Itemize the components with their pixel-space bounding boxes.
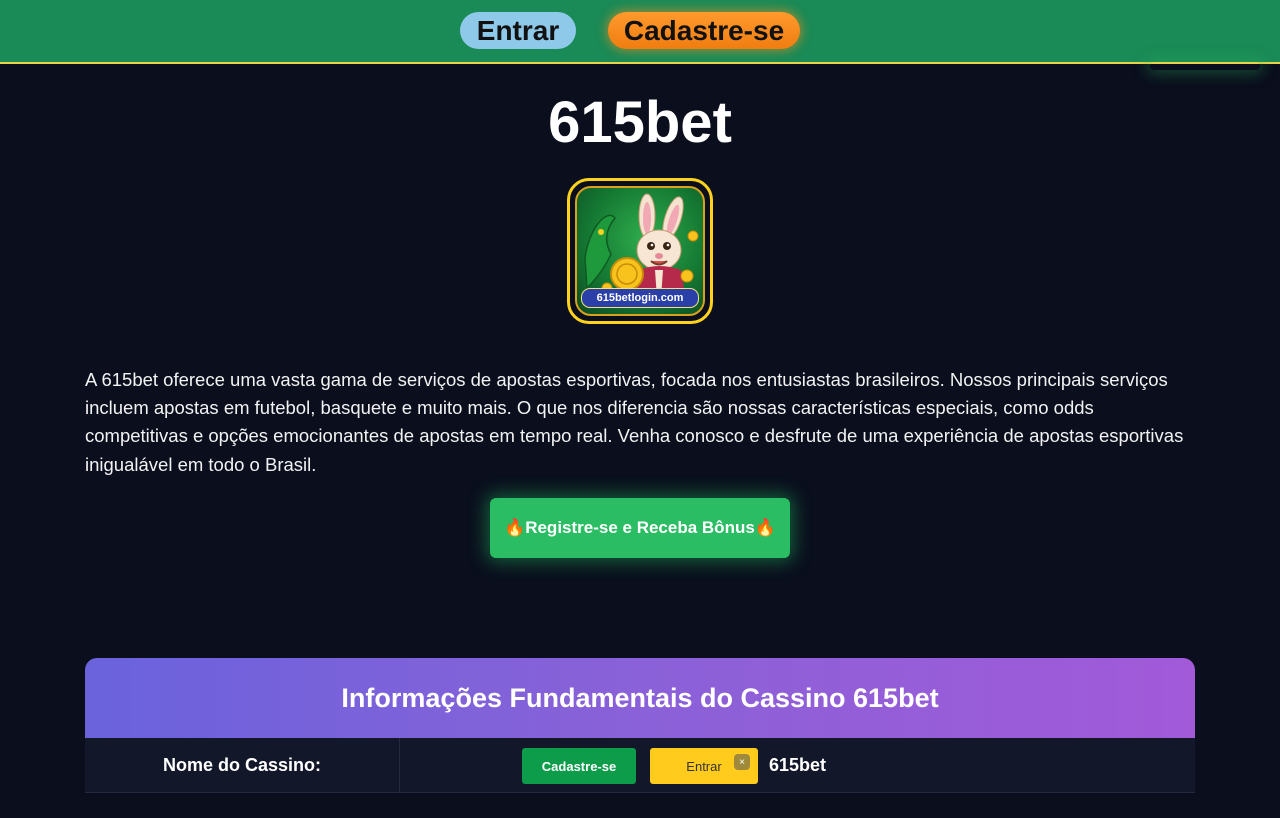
popup-signup-button[interactable]: Cadastre-se <box>522 748 636 784</box>
signup-button[interactable]: Cadastre-se <box>608 12 800 49</box>
site-logo: 615betlogin.com <box>567 178 713 324</box>
intro-paragraph: A 615bet oferece uma vasta gama de servi… <box>85 369 1184 475</box>
register-bonus-label: Registre-se e Receba Bônus <box>525 518 755 537</box>
logo-site-text: 615betlogin.com <box>581 288 699 308</box>
logo-image: 615betlogin.com <box>575 186 705 316</box>
casino-name-label: Nome do Cassino: <box>85 738 400 792</box>
casino-info-card: Informações Fundamentais do Cassino 615b… <box>85 658 1195 818</box>
login-button[interactable]: Entrar <box>460 12 576 49</box>
page-title: 615bet <box>548 90 732 155</box>
register-bonus-button[interactable]: 🔥 Registre-se e Receba Bônus 🔥 <box>490 498 790 558</box>
top-nav-bar: Entrar Cadastre-se <box>0 0 1280 64</box>
close-icon[interactable]: × <box>734 754 750 770</box>
topbar-glow-decoration <box>1150 62 1260 70</box>
fire-icon: 🔥 <box>504 518 526 537</box>
table-row: Nome do Cassino: Cadastre-se Entrar × 61… <box>85 738 1195 793</box>
casino-name-value-cell: Cadastre-se Entrar × 615bet <box>400 738 1195 792</box>
fire-icon: 🔥 <box>754 518 776 537</box>
casino-info-heading: Informações Fundamentais do Cassino 615b… <box>85 658 1195 738</box>
casino-name-value: 615bet <box>769 754 827 775</box>
